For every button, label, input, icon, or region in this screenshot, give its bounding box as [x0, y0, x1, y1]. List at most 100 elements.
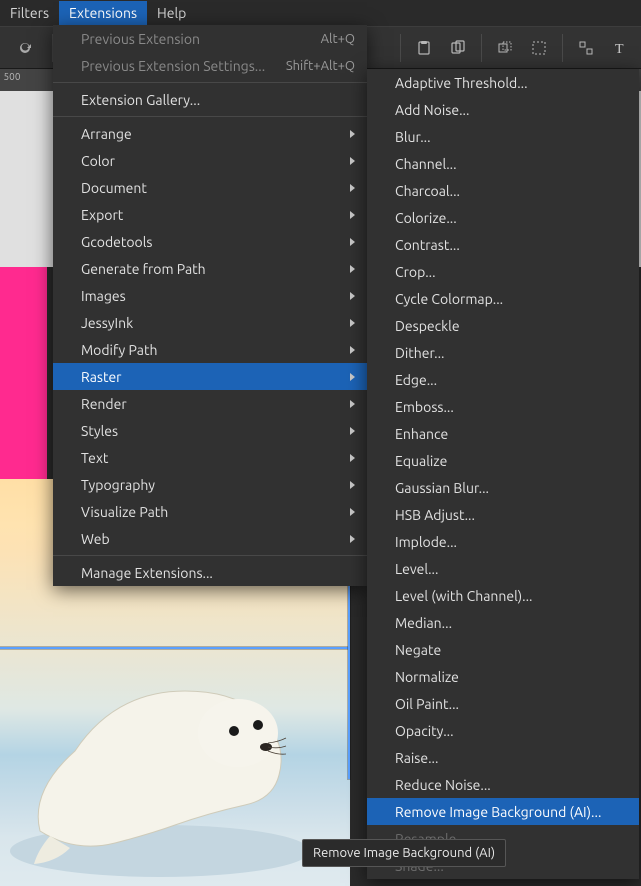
menu-item-label: Implode...	[395, 534, 457, 550]
text-tool-icon[interactable]: T	[605, 33, 635, 63]
raster-item-adaptive-threshold[interactable]: Adaptive Threshold...	[367, 69, 639, 96]
menu-item-label: Remove Image Background (AI)...	[395, 804, 601, 820]
menu-item-label: Generate from Path	[81, 261, 206, 277]
menu-item-label: Crop...	[395, 264, 436, 280]
menu-item-label: Adaptive Threshold...	[395, 75, 528, 91]
raster-item-normalize[interactable]: Normalize	[367, 663, 639, 690]
raster-item-equalize[interactable]: Equalize	[367, 447, 639, 474]
raster-item-channel[interactable]: Channel...	[367, 150, 639, 177]
menu-section-generate-from-path[interactable]: Generate from Path	[53, 255, 367, 282]
menu-item-label: Channel...	[395, 156, 457, 172]
chevron-right-icon	[350, 481, 355, 489]
ruler-tick-label: 500	[4, 71, 21, 82]
tooltip-text: Remove Image Background (AI)	[313, 846, 495, 860]
menu-section-modify-path[interactable]: Modify Path	[53, 336, 367, 363]
menu-item-label: Oil Paint...	[395, 696, 459, 712]
chevron-right-icon	[350, 535, 355, 543]
paste-in-place-icon[interactable]	[443, 33, 473, 63]
menu-previous-extension[interactable]: Previous Extension Alt+Q	[53, 25, 367, 52]
chevron-right-icon	[350, 211, 355, 219]
raster-item-level-with-channel[interactable]: Level (with Channel)...	[367, 582, 639, 609]
raster-item-edge[interactable]: Edge...	[367, 366, 639, 393]
menu-manage-extensions[interactable]: Manage Extensions...	[53, 559, 367, 586]
menu-help[interactable]: Help	[147, 1, 196, 25]
menu-item-label: Raster	[81, 369, 121, 385]
menu-item-shortcut: Alt+Q	[321, 32, 355, 46]
chevron-right-icon	[350, 265, 355, 273]
menu-previous-extension-settings[interactable]: Previous Extension Settings... Shift+Alt…	[53, 52, 367, 79]
raster-item-raise[interactable]: Raise...	[367, 744, 639, 771]
menu-item-label: Modify Path	[81, 342, 157, 358]
svg-text:T: T	[615, 42, 624, 56]
menu-section-document[interactable]: Document	[53, 174, 367, 201]
raster-item-enhance[interactable]: Enhance	[367, 420, 639, 447]
raster-item-contrast[interactable]: Contrast...	[367, 231, 639, 258]
menu-section-export[interactable]: Export	[53, 201, 367, 228]
redo-icon[interactable]	[10, 33, 40, 63]
menu-item-label: Color	[81, 153, 115, 169]
menu-section-render[interactable]: Render	[53, 390, 367, 417]
extensions-menu: Previous Extension Alt+Q Previous Extens…	[53, 25, 367, 586]
menu-section-jessyink[interactable]: JessyInk	[53, 309, 367, 336]
raster-item-colorize[interactable]: Colorize...	[367, 204, 639, 231]
menu-item-label: Gcodetools	[81, 234, 152, 250]
raster-item-implode[interactable]: Implode...	[367, 528, 639, 555]
raster-item-level[interactable]: Level...	[367, 555, 639, 582]
menu-item-label: Add Noise...	[395, 102, 469, 118]
paste-icon[interactable]	[409, 33, 439, 63]
tooltip: Remove Image Background (AI)	[302, 839, 506, 867]
menu-section-raster[interactable]: Raster	[53, 363, 367, 390]
menu-section-color[interactable]: Color	[53, 147, 367, 174]
raster-item-hsb-adjust[interactable]: HSB Adjust...	[367, 501, 639, 528]
menu-section-typography[interactable]: Typography	[53, 471, 367, 498]
menu-section-images[interactable]: Images	[53, 282, 367, 309]
menu-extension-gallery[interactable]: Extension Gallery...	[53, 86, 367, 113]
menu-section-styles[interactable]: Styles	[53, 417, 367, 444]
menu-extensions[interactable]: Extensions	[59, 1, 147, 25]
menu-item-label: Text	[81, 450, 108, 466]
guide-horizontal	[0, 647, 348, 649]
raster-item-remove-image-background-ai[interactable]: Remove Image Background (AI)...	[367, 798, 639, 825]
menu-item-label: Web	[81, 531, 110, 547]
chevron-right-icon	[350, 319, 355, 327]
menu-section-arrange[interactable]: Arrange	[53, 120, 367, 147]
menu-item-label: HSB Adjust...	[395, 507, 475, 523]
raster-item-despeckle[interactable]: Despeckle	[367, 312, 639, 339]
group-icon[interactable]	[571, 33, 601, 63]
menu-item-label: Styles	[81, 423, 118, 439]
raster-item-crop[interactable]: Crop...	[367, 258, 639, 285]
clone-icon[interactable]	[490, 33, 520, 63]
chevron-right-icon	[350, 346, 355, 354]
menu-section-gcodetools[interactable]: Gcodetools	[53, 228, 367, 255]
menu-section-text[interactable]: Text	[53, 444, 367, 471]
menu-item-label: Blur...	[395, 129, 431, 145]
menu-item-label: Colorize...	[395, 210, 457, 226]
chevron-right-icon	[350, 157, 355, 165]
raster-item-median[interactable]: Median...	[367, 609, 639, 636]
menu-item-label: Despeckle	[395, 318, 460, 334]
raster-item-opacity[interactable]: Opacity...	[367, 717, 639, 744]
menu-item-label: Manage Extensions...	[81, 565, 213, 581]
menu-section-web[interactable]: Web	[53, 525, 367, 552]
menu-item-label: Images	[81, 288, 126, 304]
menu-item-label: Render	[81, 396, 127, 412]
menu-filters[interactable]: Filters	[0, 1, 59, 25]
menu-item-label: Charcoal...	[395, 183, 460, 199]
menu-section-visualize-path[interactable]: Visualize Path	[53, 498, 367, 525]
menubar: Filters Extensions Help	[0, 0, 641, 26]
unlink-clone-icon[interactable]	[524, 33, 554, 63]
raster-item-gaussian-blur[interactable]: Gaussian Blur...	[367, 474, 639, 501]
menu-item-label: Edge...	[395, 372, 437, 388]
raster-item-oil-paint[interactable]: Oil Paint...	[367, 690, 639, 717]
raster-item-dither[interactable]: Dither...	[367, 339, 639, 366]
raster-item-emboss[interactable]: Emboss...	[367, 393, 639, 420]
raster-item-add-noise[interactable]: Add Noise...	[367, 96, 639, 123]
raster-item-reduce-noise[interactable]: Reduce Noise...	[367, 771, 639, 798]
menu-item-label: Reduce Noise...	[395, 777, 491, 793]
raster-item-blur[interactable]: Blur...	[367, 123, 639, 150]
raster-item-cycle-colormap[interactable]: Cycle Colormap...	[367, 285, 639, 312]
raster-item-charcoal[interactable]: Charcoal...	[367, 177, 639, 204]
menu-item-shortcut: Shift+Alt+Q	[286, 59, 355, 73]
canvas-shape-pink	[0, 267, 47, 479]
raster-item-negate[interactable]: Negate	[367, 636, 639, 663]
